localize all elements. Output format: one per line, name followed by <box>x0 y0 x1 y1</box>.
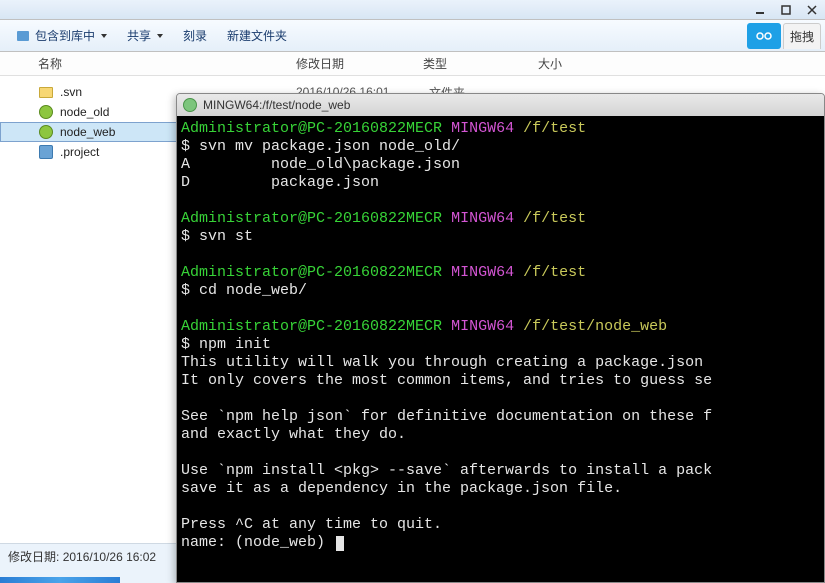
share-button[interactable]: 共享 <box>120 24 172 47</box>
chevron-down-icon <box>157 34 163 38</box>
mingw-icon <box>183 98 197 112</box>
terminal-window: MINGW64:/f/test/node_web Administrator@P… <box>176 93 825 583</box>
node-icon <box>38 104 54 120</box>
col-type[interactable]: 类型 <box>423 55 538 72</box>
window-controls <box>747 0 825 20</box>
terminal-body[interactable]: Administrator@PC-20160822MECR MINGW64 /f… <box>177 116 824 582</box>
terminal-cursor <box>336 536 344 551</box>
explorer-toolbar: 包含到库中 共享 刻录 新建文件夹 <box>0 20 825 52</box>
folder-icon <box>38 84 54 100</box>
taskbar-fragment <box>0 577 120 583</box>
organize-icon <box>15 28 31 44</box>
organize-button[interactable]: 包含到库中 <box>8 24 116 47</box>
terminal-titlebar[interactable]: MINGW64:/f/test/node_web <box>177 94 824 116</box>
col-name[interactable]: 名称 <box>38 55 296 72</box>
chevron-down-icon <box>101 34 107 38</box>
terminal-title: MINGW64:/f/test/node_web <box>203 98 350 112</box>
column-headers: 名称 修改日期 类型 大小 <box>0 52 825 76</box>
status-date-value: 2016/10/26 16:02 <box>63 550 156 564</box>
share-label: 共享 <box>127 27 151 44</box>
right-toolbar: 拖拽 <box>747 20 825 52</box>
share-cloud-button[interactable] <box>747 23 781 49</box>
new-folder-button[interactable]: 新建文件夹 <box>220 24 296 47</box>
burn-label: 刻录 <box>183 27 207 44</box>
window-titlebar <box>0 0 825 20</box>
drag-tab[interactable]: 拖拽 <box>783 23 821 49</box>
minimize-button[interactable] <box>747 1 773 19</box>
drag-label: 拖拽 <box>790 30 814 44</box>
link-icon <box>755 29 773 43</box>
status-date-label: 修改日期: <box>8 550 59 564</box>
col-size[interactable]: 大小 <box>538 55 825 72</box>
node-icon <box>38 124 54 140</box>
burn-button[interactable]: 刻录 <box>176 24 216 47</box>
organize-label: 包含到库中 <box>35 27 95 44</box>
close-button[interactable] <box>799 1 825 19</box>
maximize-button[interactable] <box>773 1 799 19</box>
col-date[interactable]: 修改日期 <box>296 55 423 72</box>
svn-icon <box>38 144 54 160</box>
new-folder-label: 新建文件夹 <box>227 27 287 44</box>
